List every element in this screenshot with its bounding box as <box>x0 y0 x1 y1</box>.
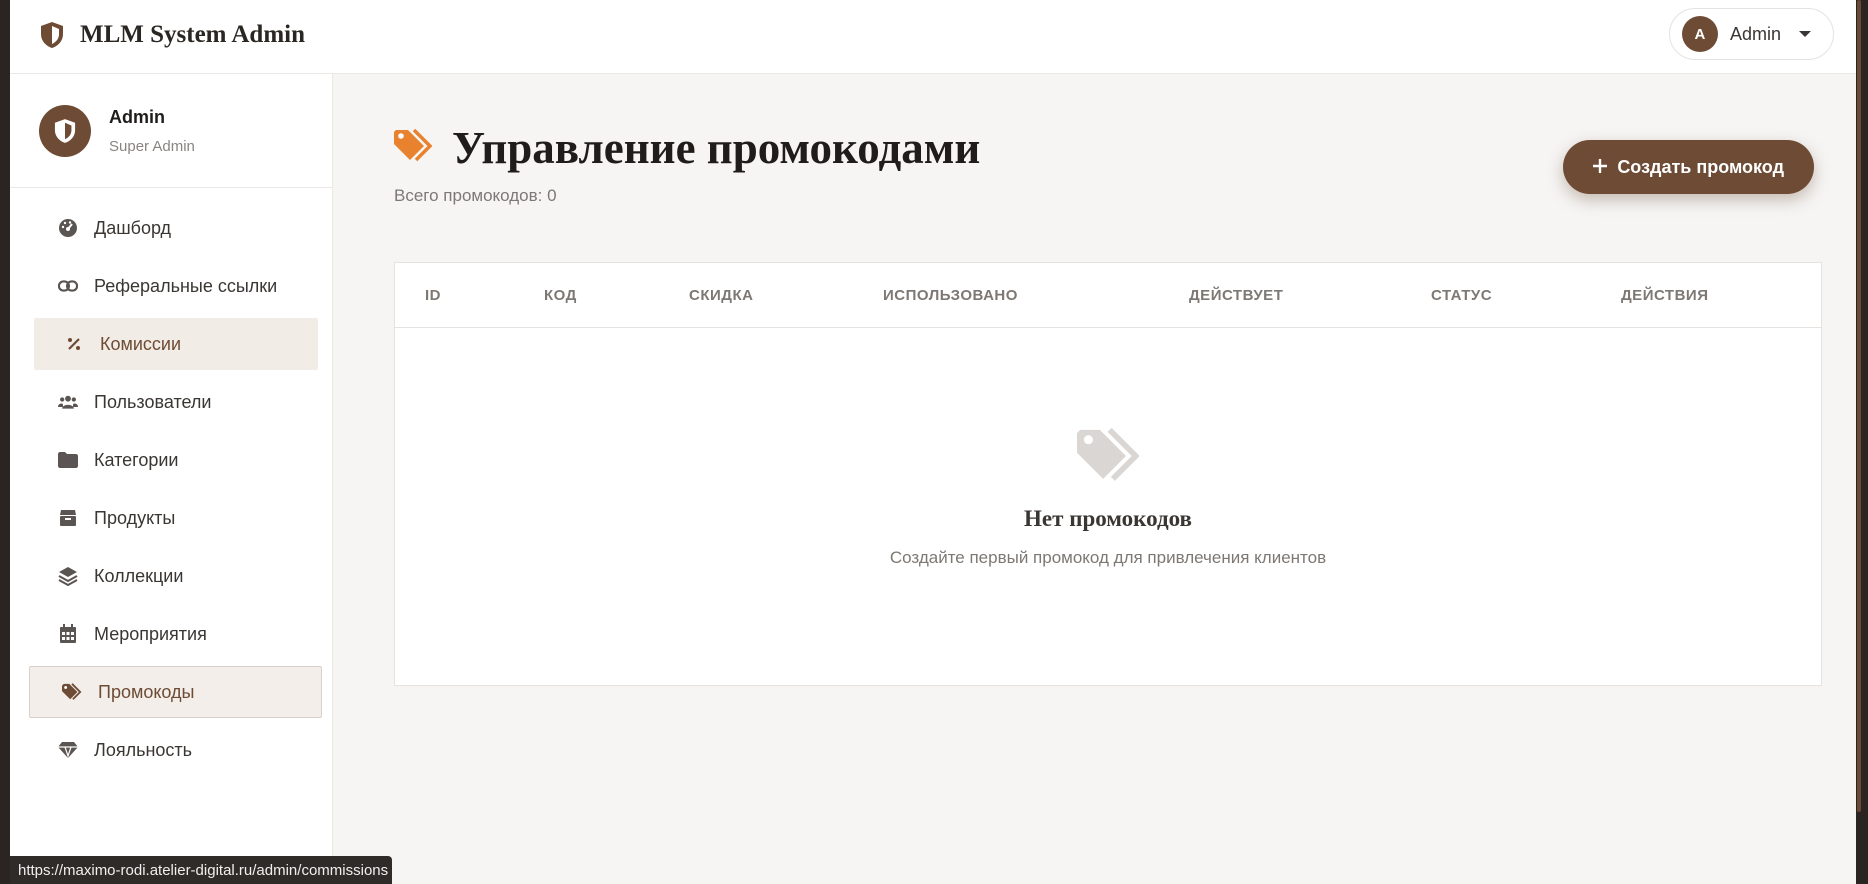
scrollbar-thumb[interactable] <box>1857 0 1861 812</box>
sidebar-item-commissions[interactable]: Комиссии <box>34 318 318 370</box>
calendar-icon <box>58 624 78 644</box>
column-header-id[interactable]: ID <box>425 287 441 304</box>
chevron-down-icon <box>1799 31 1811 37</box>
sidebar-item-label: Реферальные ссылки <box>94 275 278 296</box>
profile-card: Admin Super Admin <box>10 74 332 188</box>
sidebar-item-loyalty[interactable]: Лояльность <box>34 724 318 776</box>
profile-shield-icon <box>39 104 91 157</box>
promocode-count: Всего промокодов: 0 <box>394 186 557 205</box>
dashboard-icon <box>58 218 78 238</box>
title-row: Управление промокодами <box>394 122 980 174</box>
sidebar-nav: Дашборд Реферальные ссылки Комиссии Поль… <box>10 188 332 776</box>
column-header-used[interactable]: ИСПОЛЬЗОВАНО <box>883 287 1018 304</box>
sidebar-item-dashboard[interactable]: Дашборд <box>34 202 318 254</box>
sidebar-item-label: Категории <box>94 449 179 470</box>
sidebar-item-label: Дашборд <box>94 217 172 238</box>
box-icon <box>58 508 78 528</box>
column-header-valid[interactable]: ДЕЙСТВУЕТ <box>1189 287 1283 304</box>
sidebar-item-products[interactable]: Продукты <box>34 492 318 544</box>
empty-state-text: Создайте первый промокод для привлечения… <box>889 548 1327 567</box>
plus-icon <box>1593 157 1608 178</box>
gem-icon <box>58 740 78 760</box>
sidebar-item-events[interactable]: Мероприятия <box>34 608 318 660</box>
page-title: Управление промокодами <box>452 123 981 173</box>
sidebar-item-promocodes[interactable]: Промокоды <box>29 666 322 718</box>
sidebar-item-label: Мероприятия <box>94 623 207 644</box>
status-bar-url: https://maximo-rodi.atelier-digital.ru/a… <box>10 856 393 884</box>
page-header: Управление промокодами Всего промокодов:… <box>384 74 1814 244</box>
sidebar-item-categories[interactable]: Категории <box>34 434 318 486</box>
layers-icon <box>58 566 78 586</box>
percent-icon <box>64 334 84 354</box>
brand[interactable]: MLM System Admin <box>40 18 305 52</box>
table-header: ID КОД СКИДКА ИСПОЛЬЗОВАНО ДЕЙСТВУЕТ СТА… <box>395 263 1821 328</box>
create-promocode-button[interactable]: Создать промокод <box>1563 140 1814 194</box>
main-content: Управление промокодами Всего промокодов:… <box>384 74 1822 686</box>
tags-icon <box>395 428 1821 484</box>
sidebar-item-users[interactable]: Пользователи <box>34 376 318 428</box>
scrollbar[interactable] <box>1856 0 1862 884</box>
column-header-status[interactable]: СТАТУС <box>1431 287 1492 304</box>
column-header-actions[interactable]: ДЕЙСТВИЯ <box>1621 287 1709 304</box>
sidebar-item-referral-links[interactable]: Реферальные ссылки <box>34 260 318 312</box>
create-promocode-label: Создать промокод <box>1617 156 1784 177</box>
sidebar-item-label: Коллекции <box>94 565 184 586</box>
sidebar-item-label: Продукты <box>94 507 176 528</box>
promocodes-table: ID КОД СКИДКА ИСПОЛЬЗОВАНО ДЕЙСТВУЕТ СТА… <box>394 262 1822 686</box>
column-header-discount[interactable]: СКИДКА <box>689 287 753 304</box>
shield-icon <box>40 20 66 50</box>
sidebar-item-label: Пользователи <box>94 391 212 412</box>
tags-icon <box>394 128 433 168</box>
profile-role: Super Admin <box>109 137 195 155</box>
sidebar-item-label: Комиссии <box>100 333 182 354</box>
profile-name: Admin <box>109 106 165 127</box>
tags-icon <box>62 682 82 702</box>
folder-icon <box>58 450 78 470</box>
app-title: MLM System Admin <box>80 21 305 48</box>
empty-state: Нет промокодов Создайте первый промокод … <box>395 428 1821 568</box>
sidebar-item-label: Лояльность <box>94 739 193 760</box>
avatar: A <box>1681 16 1718 52</box>
sidebar-item-label: Промокоды <box>98 681 195 702</box>
column-header-code[interactable]: КОД <box>544 287 577 304</box>
user-name: Admin <box>1729 23 1781 44</box>
empty-state-title: Нет промокодов <box>1024 506 1192 531</box>
link-icon <box>58 276 78 296</box>
users-icon <box>58 392 78 412</box>
sidebar: Admin Super Admin Дашборд Реферальные сс… <box>10 74 333 884</box>
app-window: MLM System Admin A Admin Admin Super Adm… <box>10 0 1862 884</box>
user-menu-button[interactable]: A Admin <box>1668 8 1834 60</box>
sidebar-item-collections[interactable]: Коллекции <box>34 550 318 602</box>
top-bar: MLM System Admin A Admin <box>10 0 1862 74</box>
